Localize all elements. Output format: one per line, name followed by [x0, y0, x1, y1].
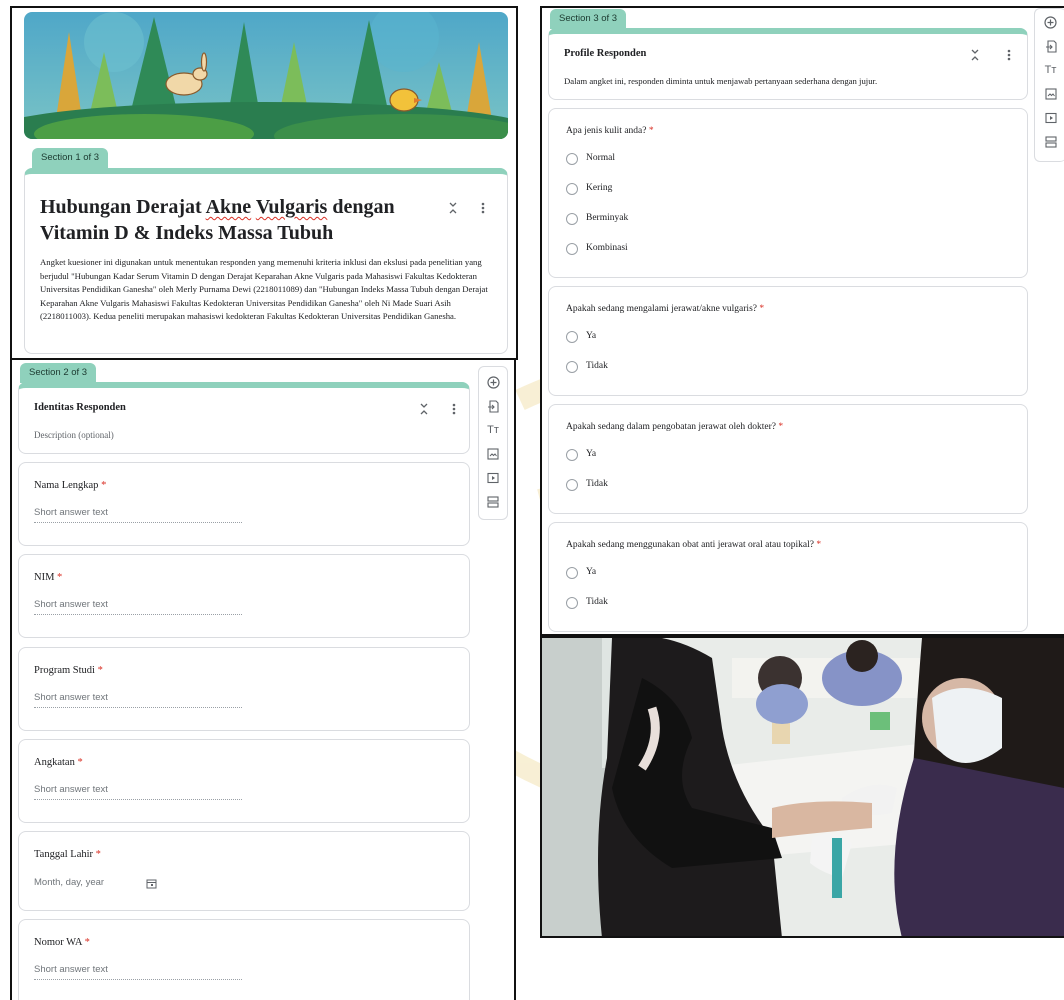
radio-button[interactable]	[566, 361, 578, 373]
section-1-panel: Section 1 of 3 Hubungan Derajat Akne Vul…	[10, 6, 518, 360]
radio-button[interactable]	[566, 243, 578, 255]
short-answer-input[interactable]: Short answer text	[34, 964, 242, 980]
question-card[interactable]: Apakah sedang mengalami jerawat/akne vul…	[548, 286, 1028, 396]
question-card[interactable]: Tanggal Lahir * Month, day, year	[18, 831, 470, 911]
radio-button[interactable]	[566, 183, 578, 195]
radio-button[interactable]	[566, 213, 578, 225]
add-video-icon[interactable]	[1035, 108, 1064, 128]
add-section-icon[interactable]	[1035, 132, 1064, 152]
floating-toolbar: Tт	[1034, 8, 1064, 162]
add-title-icon[interactable]: Tт	[479, 420, 507, 440]
option-label: Kombinasi	[586, 243, 628, 253]
option-label: Ya	[586, 567, 597, 577]
question-label: Apakah sedang mengalami jerawat/akne vul…	[566, 304, 765, 314]
section-description[interactable]: Dalam angket ini, responden diminta untu…	[564, 76, 877, 86]
collapse-icon[interactable]	[967, 47, 983, 63]
option-label: Kering	[586, 183, 613, 193]
radio-button[interactable]	[566, 567, 578, 579]
add-section-icon[interactable]	[479, 492, 507, 512]
option-label: Berminyak	[586, 213, 629, 223]
question-label: Apa jenis kulit anda? *	[566, 126, 654, 136]
section-tab: Section 2 of 3	[20, 363, 97, 383]
question-card[interactable]: Nomor WA * Short answer text	[18, 919, 470, 1000]
section-tab: Section 1 of 3	[32, 148, 109, 168]
add-image-icon[interactable]	[1035, 84, 1064, 104]
option-label: Ya	[586, 449, 597, 459]
section-3-panel: Section 3 of 3 Profile Responden Dalam a…	[540, 6, 1064, 636]
question-card[interactable]: Nama Lengkap * Short answer text	[18, 462, 470, 546]
question-label: Apakah sedang dalam pengobatan jerawat o…	[566, 422, 784, 432]
add-image-icon[interactable]	[479, 444, 507, 464]
section-title[interactable]: Identitas Responden	[34, 402, 126, 413]
date-input[interactable]: Month, day, year	[34, 877, 104, 888]
question-label: Tanggal Lahir *	[34, 849, 101, 860]
more-vert-icon[interactable]	[475, 200, 491, 216]
question-label: Nomor WA *	[34, 937, 90, 948]
import-questions-icon[interactable]	[1035, 36, 1064, 56]
question-label: Angkatan *	[34, 757, 83, 768]
import-questions-icon[interactable]	[479, 396, 507, 416]
add-title-icon[interactable]: Tт	[1035, 60, 1064, 80]
section-title[interactable]: Profile Responden	[564, 48, 646, 59]
more-vert-icon[interactable]	[446, 401, 462, 417]
question-card[interactable]: Apakah sedang dalam pengobatan jerawat o…	[548, 404, 1028, 514]
add-question-icon[interactable]	[479, 372, 507, 392]
more-vert-icon[interactable]	[1001, 47, 1017, 63]
question-label: NIM *	[34, 572, 63, 583]
short-answer-input[interactable]: Short answer text	[34, 507, 242, 523]
option-label: Normal	[586, 153, 616, 163]
radio-button[interactable]	[566, 597, 578, 609]
short-answer-input[interactable]: Short answer text	[34, 692, 242, 708]
add-question-icon[interactable]	[1035, 12, 1064, 32]
section-2-panel: Section 2 of 3 Identitas Responden Descr…	[10, 358, 516, 1000]
question-card[interactable]: Apa jenis kulit anda? * Normal Kering Be…	[548, 108, 1028, 278]
question-card[interactable]: NIM * Short answer text	[18, 554, 470, 638]
add-video-icon[interactable]	[479, 468, 507, 488]
blood-sampling-photo	[540, 636, 1064, 938]
collapse-icon[interactable]	[416, 401, 432, 417]
radio-button[interactable]	[566, 331, 578, 343]
form-title-card[interactable]: Hubungan Derajat Akne Vulgaris dengan Vit…	[24, 168, 508, 354]
radio-button[interactable]	[566, 479, 578, 491]
question-card[interactable]: Angkatan * Short answer text	[18, 739, 470, 823]
header-image	[24, 12, 508, 139]
section-description[interactable]: Description (optional)	[34, 430, 114, 440]
question-card[interactable]: Apakah sedang menggunakan obat anti jera…	[548, 522, 1028, 632]
radio-button[interactable]	[566, 153, 578, 165]
question-label: Nama Lengkap *	[34, 480, 107, 491]
short-answer-input[interactable]: Short answer text	[34, 784, 242, 800]
section-header-card[interactable]: Profile Responden Dalam angket ini, resp…	[548, 28, 1028, 100]
floating-toolbar: Tт	[478, 366, 508, 520]
calendar-icon[interactable]	[144, 876, 158, 890]
short-answer-input[interactable]: Short answer text	[34, 599, 242, 615]
radio-button[interactable]	[566, 449, 578, 461]
collapse-icon[interactable]	[445, 200, 461, 216]
option-label: Tidak	[586, 361, 608, 371]
form-description[interactable]: Angket kuesioner ini digunakan untuk men…	[40, 256, 498, 324]
section-tab: Section 3 of 3	[550, 9, 627, 29]
option-label: Tidak	[586, 597, 608, 607]
option-label: Ya	[586, 331, 597, 341]
question-label: Apakah sedang menggunakan obat anti jera…	[566, 540, 822, 550]
form-title[interactable]: Hubungan Derajat Akne Vulgaris dengan Vit…	[40, 194, 440, 246]
option-label: Tidak	[586, 479, 608, 489]
question-label: Program Studi *	[34, 665, 103, 676]
section-header-card[interactable]: Identitas Responden Description (optiona…	[18, 382, 470, 454]
question-card[interactable]: Program Studi * Short answer text	[18, 647, 470, 731]
